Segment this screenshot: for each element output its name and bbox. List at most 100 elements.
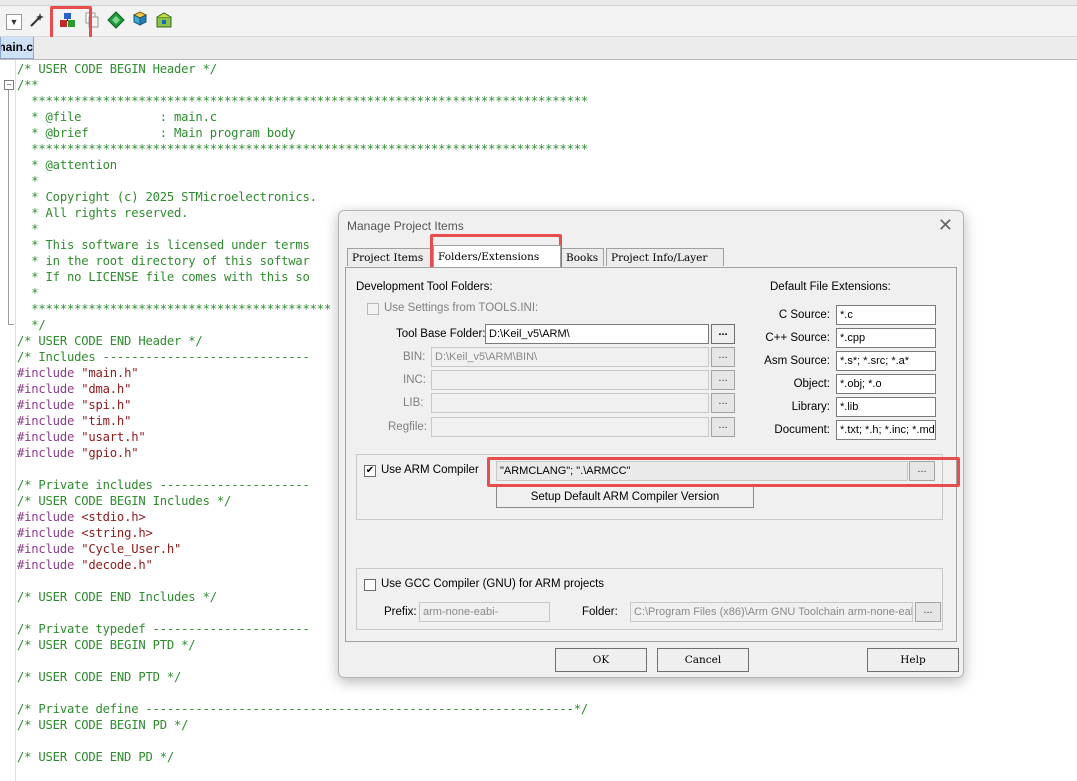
code-line: /* USER CODE BEGIN Includes */ bbox=[17, 493, 231, 509]
extension-field[interactable]: *.obj; *.o bbox=[836, 374, 936, 394]
extension-field[interactable]: *.s*; *.src; *.a* bbox=[836, 351, 936, 371]
regfile-field[interactable] bbox=[431, 417, 709, 437]
comment-text: * bbox=[17, 222, 39, 236]
comment-text: /* USER CODE BEGIN PD */ bbox=[17, 718, 189, 732]
prefix-field[interactable]: arm-none-eabi- bbox=[419, 602, 550, 622]
dev-tool-folders-label: Development Tool Folders: bbox=[356, 281, 493, 293]
extension-field[interactable]: *.txt; *.h; *.inc; *.md bbox=[836, 420, 936, 440]
use-arm-compiler-checkbox[interactable]: ✔ bbox=[364, 465, 376, 477]
include-argument: "tim.h" bbox=[81, 414, 132, 428]
include-directive: #include bbox=[17, 398, 82, 412]
extension-field[interactable]: *.c bbox=[836, 305, 936, 325]
code-line: #include "dma.h" bbox=[17, 381, 131, 397]
code-line: #include <string.h> bbox=[17, 525, 153, 541]
tool-base-folder-field[interactable]: D:\Keil_v5\ARM\ bbox=[485, 324, 709, 344]
check-mark-icon: ✔ bbox=[365, 465, 375, 476]
comment-text: /* USER CODE BEGIN Header */ bbox=[17, 62, 217, 76]
use-gcc-label: Use GCC Compiler (GNU) for ARM projects bbox=[381, 578, 605, 590]
dropdown-arrow-icon[interactable]: ▼ bbox=[6, 14, 22, 30]
comment-text: * @attention bbox=[17, 158, 117, 172]
comment-text: /* Private typedef ---------------------… bbox=[17, 622, 310, 636]
tab-project-info-layer[interactable]: Project Info/Layer bbox=[606, 248, 724, 266]
comment-text: /* USER CODE BEGIN PTD */ bbox=[17, 638, 196, 652]
extension-label: Asm Source: bbox=[764, 355, 830, 367]
setup-default-compiler-button[interactable]: Setup Default ARM Compiler Version bbox=[496, 486, 754, 508]
include-argument: <stdio.h> bbox=[81, 510, 146, 524]
folder-label: Folder: bbox=[582, 606, 618, 618]
code-line: * bbox=[17, 285, 38, 301]
manage-project-items-dialog: Manage Project Items ✕ Project Items Fol… bbox=[338, 210, 964, 678]
code-line: * in the root directory of this softwar bbox=[17, 253, 310, 269]
tab-folders-extensions[interactable]: Folders/Extensions bbox=[433, 245, 561, 267]
include-directive: #include bbox=[17, 510, 82, 524]
code-line: * @attention bbox=[17, 157, 117, 173]
use-gcc-checkbox[interactable] bbox=[364, 579, 376, 591]
gcc-folder-browse-button[interactable]: ... bbox=[915, 602, 941, 622]
pack-installer-icon[interactable] bbox=[130, 11, 150, 31]
help-button[interactable]: Help bbox=[867, 648, 959, 672]
code-line: /* USER CODE END Header */ bbox=[17, 333, 203, 349]
gcc-folder-field[interactable]: C:\Program Files (x86)\Arm GNU Toolchain… bbox=[630, 602, 913, 622]
extension-label: Object: bbox=[793, 378, 830, 390]
code-line: * All rights reserved. bbox=[17, 205, 188, 221]
bin-field[interactable]: D:\Keil_v5\ARM\BIN\ bbox=[431, 347, 709, 367]
file-tab-label: main.c bbox=[1, 40, 34, 54]
bin-label: BIN: bbox=[403, 351, 426, 363]
file-tab-main-c[interactable]: main.c bbox=[0, 37, 34, 59]
include-argument: "dma.h" bbox=[81, 382, 132, 396]
ok-button[interactable]: OK bbox=[555, 648, 647, 672]
comment-text: ****************************************… bbox=[17, 302, 332, 316]
code-line: #include "main.h" bbox=[17, 365, 139, 381]
code-line: #include "tim.h" bbox=[17, 413, 131, 429]
code-line: ****************************************… bbox=[17, 141, 588, 157]
code-line: * This software is licensed under terms bbox=[17, 237, 310, 253]
include-directive: #include bbox=[17, 430, 82, 444]
comment-text: * bbox=[17, 174, 39, 188]
use-settings-label: Use Settings from TOOLS.INI: bbox=[384, 302, 539, 314]
package-icon[interactable] bbox=[154, 11, 174, 31]
include-directive: #include bbox=[17, 526, 82, 540]
code-line: ****************************************… bbox=[17, 301, 331, 317]
comment-text: /* USER CODE BEGIN Includes */ bbox=[17, 494, 232, 508]
code-line: #include "usart.h" bbox=[17, 429, 146, 445]
magic-wand-icon[interactable] bbox=[27, 11, 47, 31]
code-line: * @brief : Main program body bbox=[17, 125, 295, 141]
comment-text: ****************************************… bbox=[17, 142, 588, 156]
cancel-button[interactable]: Cancel bbox=[657, 648, 749, 672]
close-icon[interactable]: ✕ bbox=[938, 215, 953, 235]
code-line: /* USER CODE END PD */ bbox=[17, 749, 174, 765]
comment-text: /* USER CODE END PTD */ bbox=[17, 670, 182, 684]
code-line: /* USER CODE END PTD */ bbox=[17, 669, 181, 685]
code-line: /* Includes ----------------------------… bbox=[17, 349, 310, 365]
code-line: /* USER CODE BEGIN PD */ bbox=[17, 717, 189, 733]
extension-field[interactable]: *.cpp bbox=[836, 328, 936, 348]
include-directive: #include bbox=[17, 542, 82, 556]
green-diamond-icon[interactable] bbox=[106, 11, 126, 31]
code-line: #include "decode.h" bbox=[17, 557, 153, 573]
use-settings-checkbox[interactable] bbox=[367, 303, 379, 315]
include-argument: "usart.h" bbox=[81, 430, 146, 444]
include-argument: "decode.h" bbox=[81, 558, 153, 572]
default-extensions-label: Default File Extensions: bbox=[770, 281, 891, 293]
lib-field[interactable] bbox=[431, 393, 709, 413]
include-argument: "main.h" bbox=[81, 366, 139, 380]
extension-label: C++ Source: bbox=[765, 332, 830, 344]
code-line: #include "gpio.h" bbox=[17, 445, 139, 461]
include-argument: "spi.h" bbox=[81, 398, 132, 412]
extension-field[interactable]: *.lib bbox=[836, 397, 936, 417]
comment-text: * @file : main.c bbox=[17, 110, 217, 124]
tab-books[interactable]: Books bbox=[561, 248, 604, 266]
extension-label: Document: bbox=[774, 424, 830, 436]
inc-field[interactable] bbox=[431, 370, 709, 390]
folders-extensions-panel: Development Tool Folders: Use Settings f… bbox=[345, 267, 957, 642]
file-tab-strip: main.c bbox=[0, 37, 1077, 60]
inc-label: INC: bbox=[403, 374, 426, 386]
fold-end bbox=[8, 324, 14, 325]
code-line: #include "Cycle_User.h" bbox=[17, 541, 181, 557]
comment-text: * @brief : Main program body bbox=[17, 126, 296, 140]
code-line: ****************************************… bbox=[17, 93, 588, 109]
code-line: /* USER CODE END Includes */ bbox=[17, 589, 217, 605]
fold-toggle-icon[interactable]: − bbox=[4, 80, 14, 90]
tab-project-items[interactable]: Project Items bbox=[347, 248, 431, 266]
comment-text: * bbox=[17, 286, 39, 300]
